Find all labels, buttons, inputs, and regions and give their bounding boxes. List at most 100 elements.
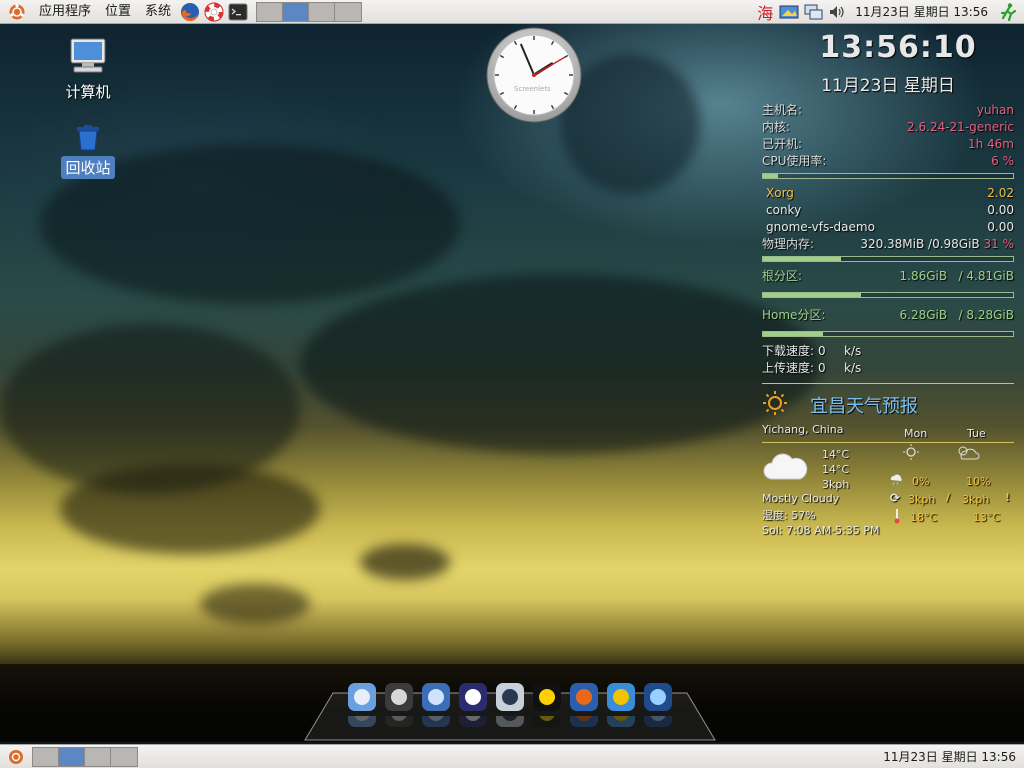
- network-icon[interactable]: [803, 2, 823, 22]
- memory-value: 320.38MiB /0.98GiB: [860, 237, 980, 251]
- terminal-icon[interactable]: [227, 1, 249, 23]
- bottom-panel-clock[interactable]: 11月23日 星期日 13:56: [877, 748, 1024, 765]
- cpu-value: 6 %: [991, 154, 1014, 168]
- system-monitor-icon[interactable]: [419, 680, 453, 727]
- workspace-4[interactable]: [335, 2, 362, 21]
- workspace-3[interactable]: [85, 747, 111, 766]
- current-wind: 3kph: [822, 478, 850, 491]
- media-icon[interactable]: [493, 680, 527, 727]
- input-method-icon[interactable]: 海: [755, 2, 775, 23]
- root-bar-fill: [763, 293, 861, 297]
- process-row: conky 0.00: [766, 203, 1014, 217]
- day2-precip: 10%: [966, 475, 991, 488]
- forecast-day-1: Mon: [904, 427, 928, 440]
- package-icon[interactable]: [604, 680, 638, 727]
- download-speed: 0: [818, 344, 826, 358]
- dock-icon-reflection: [641, 716, 675, 730]
- show-desktop-icon[interactable]: [6, 747, 26, 767]
- dock-icon-reflection: [604, 716, 638, 730]
- bottom-workspace-switcher[interactable]: [32, 746, 138, 767]
- trash-icon: [72, 120, 104, 152]
- desktop-icon-label: 计算机: [65, 83, 111, 101]
- workspace-4[interactable]: [111, 747, 137, 766]
- wind-direction-icon: !: [1005, 491, 1011, 504]
- precipitation-icon: [888, 473, 904, 488]
- kernel-row: 内核: 2.6.24-21-generic: [762, 120, 1014, 134]
- cloud-icon: [762, 449, 808, 486]
- sun-icon: [762, 390, 788, 419]
- qq-icon[interactable]: [530, 680, 564, 727]
- conky-date: 11月23日 星期日: [821, 76, 955, 96]
- cpu-bar-fill: [763, 174, 778, 178]
- humidity: 湿度: 57%: [762, 509, 816, 522]
- video-icon[interactable]: [641, 680, 675, 727]
- workspace-switcher[interactable]: [256, 1, 363, 22]
- workspace-2[interactable]: [283, 2, 310, 21]
- volume-icon[interactable]: [827, 2, 847, 22]
- download-speed-row: 下载速度: 0 k/s: [762, 344, 862, 358]
- top-panel: 应用程序 位置 系统 海 11月23日 星期日 13:56: [0, 0, 1024, 24]
- root-partition-bar: [762, 292, 1014, 298]
- dock-icon-reflection: [456, 716, 490, 730]
- time-machine-icon[interactable]: [382, 680, 416, 727]
- thermometer-icon: [893, 508, 901, 527]
- menu-places[interactable]: 位置: [98, 0, 138, 24]
- help-icon[interactable]: [203, 1, 225, 23]
- ubuntu-logo-icon[interactable]: [8, 3, 26, 21]
- day2-wind: 3kph: [962, 493, 990, 506]
- clock-brand-label: Screenlets: [514, 85, 551, 93]
- dock-icon-reflection: [419, 716, 453, 730]
- quit-icon[interactable]: [998, 2, 1018, 22]
- wind-direction-icon: /: [946, 491, 951, 504]
- process-row: gnome-vfs-daemo 0.00: [766, 220, 1014, 234]
- weather-location: Yichang, China: [762, 423, 844, 436]
- workspace-2[interactable]: [59, 747, 85, 766]
- divider: [762, 383, 1014, 384]
- workspace-1[interactable]: [33, 747, 59, 766]
- day2-temp: 13°C: [973, 511, 1001, 524]
- analog-clock-widget[interactable]: Screenlets: [486, 27, 582, 123]
- hostname-row: 主机名: yuhan: [762, 103, 1014, 117]
- sunny-icon: [902, 443, 920, 464]
- wind-icon: ⟳: [890, 491, 901, 505]
- firefox-icon[interactable]: [179, 1, 201, 23]
- uptime-row: 已开机: 1h 46m: [762, 137, 1014, 151]
- dock: [303, 678, 717, 742]
- memory-bar: [762, 256, 1014, 262]
- memory-row: 物理内存: 320.38MiB /0.98GiB 31 %: [762, 237, 1015, 251]
- weather-condition: Mostly Cloudy: [762, 492, 840, 505]
- desktop-icon-trash[interactable]: 回收站: [52, 120, 124, 179]
- home-bar-fill: [763, 332, 823, 336]
- firefox-icon[interactable]: [567, 680, 601, 727]
- menu-system[interactable]: 系统: [138, 0, 178, 24]
- process-row: Xorg 2.02: [766, 186, 1014, 200]
- bottom-panel: 11月23日 星期日 13:56: [0, 744, 1024, 768]
- desktop-icon-label: 回收站: [61, 156, 115, 179]
- forecast-day-2: Tue: [967, 427, 986, 440]
- memory-bar-fill: [763, 257, 841, 261]
- dock-icon-reflection: [530, 716, 564, 730]
- home-used: 6.28GiB: [899, 308, 948, 322]
- desktop-icon-computer[interactable]: 计算机: [52, 36, 124, 103]
- workspace-3[interactable]: [309, 2, 336, 21]
- dock-icon-reflection: [493, 716, 527, 730]
- screen-icon[interactable]: [456, 680, 490, 727]
- uptime-value: 1h 46m: [967, 137, 1014, 151]
- workspace-1[interactable]: [257, 2, 284, 21]
- menu-applications[interactable]: 应用程序: [32, 0, 98, 24]
- dock-icon-reflection: [382, 716, 416, 730]
- conky-system-monitor: 13:56:10 11月23日 星期日 主机名: yuhan 内核: 2.6.24-…: [762, 30, 1014, 552]
- conky-time: 13:56:10: [819, 30, 977, 65]
- flag-icon[interactable]: [779, 2, 799, 22]
- memory-percent: 31 %: [983, 237, 1015, 251]
- kernel-value: 2.6.24-21-generic: [907, 120, 1014, 134]
- top-panel-clock[interactable]: 11月23日 星期日 13:56: [849, 3, 996, 20]
- hostname-value: yuhan: [976, 103, 1014, 117]
- finder-icon[interactable]: [345, 680, 379, 727]
- partly-cloudy-icon: [954, 443, 980, 464]
- root-used: 1.86GiB: [899, 269, 948, 283]
- cpu-bar: [762, 173, 1014, 179]
- weather-title: 宜昌天气预报: [810, 395, 918, 417]
- dock-icon-reflection: [345, 716, 379, 730]
- day1-wind: 3kph: [908, 493, 936, 506]
